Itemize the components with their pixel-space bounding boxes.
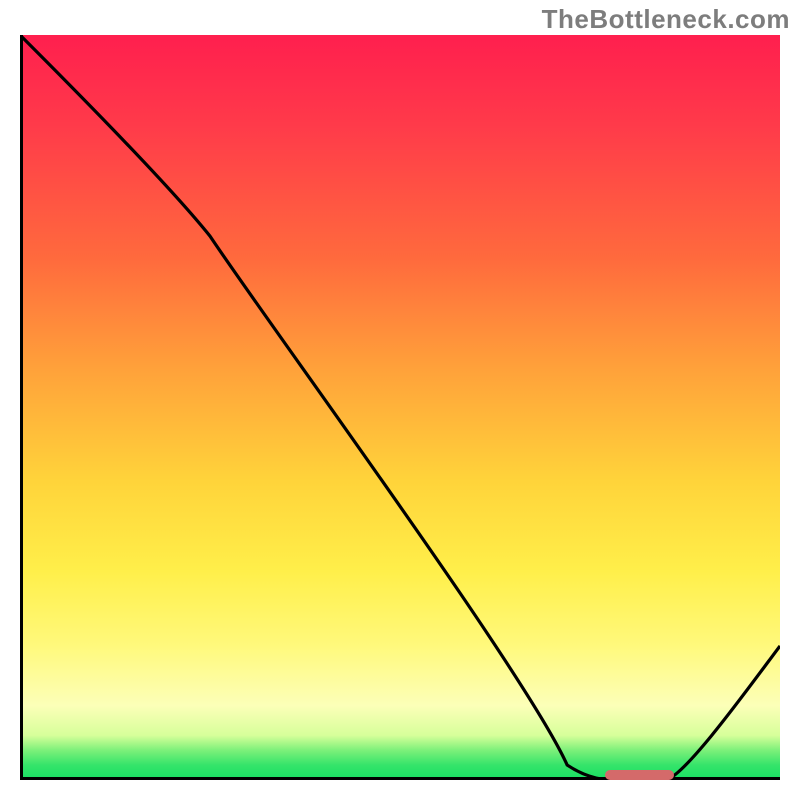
plot-area (20, 35, 780, 780)
optimal-marker (605, 770, 673, 780)
watermark-text: TheBottleneck.com (542, 4, 790, 35)
curve-layer (20, 35, 780, 780)
chart-root: TheBottleneck.com (0, 0, 800, 800)
curve-path (20, 35, 780, 780)
